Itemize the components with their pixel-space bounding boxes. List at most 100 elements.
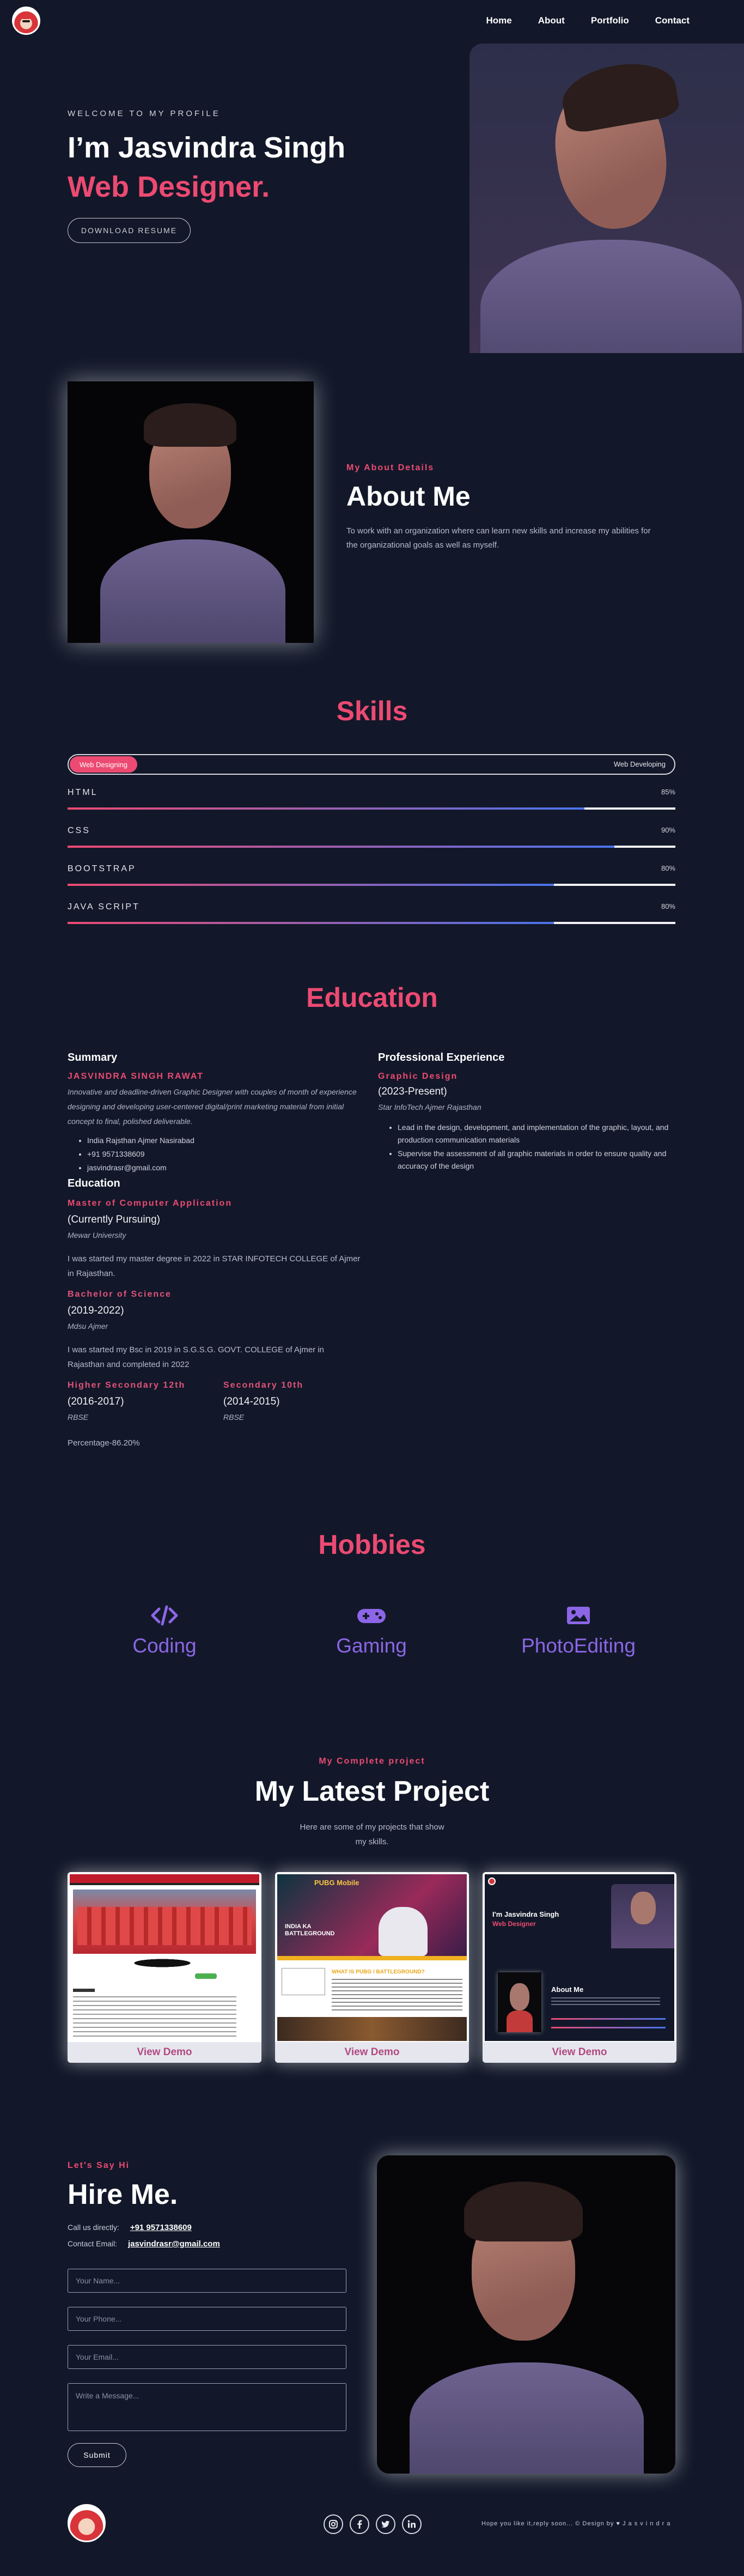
mca-text: I was started my master degree in 2022 i…	[68, 1254, 361, 1278]
project-card-3[interactable]: I'm Jasvindra Singh Web Designer About M…	[483, 1872, 676, 2063]
project-thumbnail: I'm Jasvindra Singh Web Designer About M…	[485, 1874, 674, 2041]
mca-title: Master of Computer Application	[68, 1199, 233, 1208]
skill-percent: 80%	[661, 864, 675, 872]
professional-heading: Professional Experience	[378, 1052, 505, 1064]
pubg-logo-text: PUBG Mobile	[314, 1879, 359, 1887]
hobby-label: Gaming	[336, 1635, 407, 1657]
gamepad-icon	[295, 1602, 448, 1629]
skills-title: Skills	[336, 696, 408, 726]
call-label: Call us directly:	[68, 2223, 119, 2232]
summary-text: Innovative and deadline-driven Graphic D…	[68, 1087, 357, 1126]
hobby-coding: Coding	[88, 1602, 241, 1657]
skill-name: HTML	[68, 788, 98, 797]
project-card-1[interactable]: View Demo	[68, 1872, 261, 2063]
skill-bar-track	[68, 884, 675, 886]
projects-subtitle-line: my skills.	[355, 1837, 389, 1846]
hs-period: (2016-2017)	[68, 1396, 124, 1407]
skill-bar-fill	[68, 807, 584, 810]
nav-home[interactable]: Home	[486, 15, 512, 26]
project-card-2[interactable]: PUBG Mobile INDIA KA BATTLEGROUND WHAT I…	[275, 1872, 469, 2063]
hobby-label: PhotoEditing	[521, 1635, 636, 1657]
sec-title: Secondary 10th	[223, 1381, 304, 1390]
summary-name: JASVINDRA SINGH RAWAT	[68, 1072, 204, 1081]
name-field[interactable]	[68, 2269, 346, 2293]
footer-note: Hope you like it,reply soon... © Design …	[481, 2520, 671, 2527]
nav-contact[interactable]: Contact	[655, 15, 690, 26]
hobby-gaming: Gaming	[295, 1602, 448, 1657]
hobby-label: Coding	[132, 1635, 197, 1657]
footer-logo[interactable]	[68, 2504, 106, 2542]
prof-bullet: Lead in the design, development, and imp…	[398, 1121, 675, 1146]
download-resume-button[interactable]: DOWNLOAD RESUME	[68, 218, 191, 243]
contact-email: jasvindrasr@gmail.com	[87, 1162, 362, 1174]
project-thumbnail: PUBG Mobile INDIA KA BATTLEGROUND WHAT I…	[277, 1874, 467, 2041]
skill-bar-fill	[68, 846, 615, 848]
skill-percent: 85%	[661, 788, 675, 796]
education-heading: Education	[68, 1177, 120, 1189]
submit-button[interactable]: Submit	[68, 2443, 126, 2467]
portfolio-about-text: About Me	[551, 1985, 584, 1994]
summary-contacts: India Rajsthan Ajmer Nasirabad +91 95713…	[68, 1134, 362, 1174]
call-link[interactable]: +91 9571338609	[130, 2223, 192, 2232]
hire-title: Hire Me.	[68, 2179, 178, 2210]
email-label: Contact Email:	[68, 2239, 118, 2248]
hero-profile-photo	[469, 44, 744, 353]
view-demo-button[interactable]: View Demo	[275, 2042, 469, 2063]
summary-heading: Summary	[68, 1052, 118, 1064]
image-icon	[502, 1602, 655, 1629]
hs-board: RBSE	[68, 1413, 89, 1421]
linkedin-icon[interactable]	[402, 2514, 422, 2534]
prof-bullets: Lead in the design, development, and imp…	[378, 1121, 675, 1172]
projects-subtitle: Here are some of my projects that show m…	[0, 1820, 744, 1849]
pubg-heading-text: INDIA KA BATTLEGROUND	[285, 1923, 335, 1937]
tab-web-developing[interactable]: Web Developing	[614, 760, 666, 768]
higher-secondary-block: Higher Secondary 12th (2016-2017) RBSE	[68, 1381, 223, 1425]
skill-row: BOOTSTRAP 80%	[68, 864, 675, 886]
hs-title: Higher Secondary 12th	[68, 1381, 186, 1390]
view-demo-button[interactable]: View Demo	[483, 2042, 676, 2063]
facebook-icon[interactable]	[350, 2514, 369, 2534]
message-field[interactable]	[68, 2383, 346, 2431]
twitter-icon[interactable]	[376, 2514, 395, 2534]
hero-welcome: WELCOME TO MY PROFILE	[68, 109, 221, 118]
skill-bar-track	[68, 922, 675, 924]
bsc-title: Bachelor of Science	[68, 1290, 172, 1299]
bsc-place: Mdsu Ajmer	[68, 1322, 108, 1330]
education-title: Education	[306, 982, 438, 1013]
skill-name: CSS	[68, 826, 90, 835]
skill-percent: 80%	[661, 902, 675, 910]
about-title: About Me	[346, 481, 471, 512]
email-field[interactable]	[68, 2345, 346, 2369]
tab-web-designing[interactable]: Web Designing	[70, 756, 137, 773]
nav-menu: Home About Portfolio Contact	[486, 15, 690, 26]
projects-kicker: My Complete project	[319, 1757, 425, 1766]
hire-kicker: Let's Say Hi	[68, 2161, 130, 2170]
sec-board: RBSE	[223, 1413, 245, 1421]
prof-place: Star InfoTech Ajmer Rajasthan	[378, 1103, 481, 1111]
phone-field[interactable]	[68, 2307, 346, 2331]
about-text: To work with an organization where can l…	[346, 526, 651, 550]
contact-phone: +91 9571338609	[87, 1148, 362, 1161]
instagram-icon[interactable]	[324, 2514, 343, 2534]
site-logo[interactable]	[12, 7, 40, 35]
mca-place: Mewar University	[68, 1231, 126, 1240]
portfolio-role-text: Web Designer	[492, 1920, 536, 1928]
bsc-period: (2019-2022)	[68, 1305, 124, 1316]
skill-bar-fill	[68, 884, 554, 886]
prof-role: Graphic Design	[378, 1072, 458, 1081]
sec-period: (2014-2015)	[223, 1396, 280, 1407]
nav-about[interactable]: About	[538, 15, 565, 26]
view-demo-button[interactable]: View Demo	[68, 2042, 261, 2063]
nav-portfolio[interactable]: Portfolio	[591, 15, 629, 26]
secondary-block: Secondary 10th (2014-2015) RBSE	[223, 1381, 354, 1425]
skill-percent: 90%	[661, 826, 675, 834]
code-icon	[88, 1602, 241, 1629]
portfolio-name-text: I'm Jasvindra Singh	[492, 1910, 559, 1918]
email-link[interactable]: jasvindrasr@gmail.com	[128, 2239, 220, 2249]
about-profile-photo	[68, 381, 314, 643]
projects-title: My Latest Project	[254, 1776, 490, 1807]
skill-bar-track	[68, 846, 675, 848]
project-thumbnail	[70, 1874, 259, 2041]
hobby-photoediting: PhotoEditing	[502, 1602, 655, 1657]
percentage: Percentage-86.20%	[68, 1438, 140, 1448]
